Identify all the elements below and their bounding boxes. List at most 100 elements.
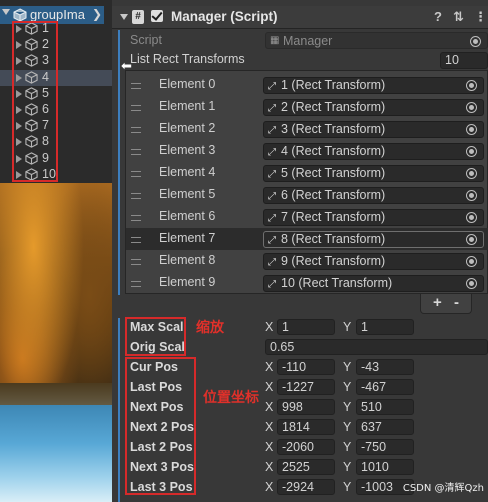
object-field[interactable]: ⤢ 1 (Rect Transform) [263, 77, 484, 94]
object-field-value: 10 (Rect Transform) [281, 276, 393, 290]
object-picker-icon[interactable] [466, 102, 477, 113]
axis-y: Y [343, 380, 352, 394]
last-pos-x-input[interactable]: -1227 [277, 379, 335, 395]
next-3-pos-y-input[interactable]: 1010 [356, 459, 414, 475]
element-label: Element 6 [159, 209, 216, 223]
list-add-remove: + - [420, 294, 472, 314]
drag-handle-icon[interactable] [131, 259, 141, 265]
list-element-row[interactable]: Element 9 ⤢ 10 (Rect Transform) [126, 272, 488, 294]
drag-handle-icon[interactable] [131, 83, 141, 89]
element-label: Element 0 [159, 77, 216, 91]
object-picker-icon[interactable] [466, 168, 477, 179]
drag-handle-icon[interactable] [131, 171, 141, 177]
remove-element-button[interactable]: - [454, 294, 459, 311]
list-element-row[interactable]: Element 1 ⤢ 2 (Rect Transform) [126, 96, 488, 118]
max-scal-y-input[interactable]: 1 [356, 319, 414, 335]
list-element-row[interactable]: Element 2 ⤢ 3 (Rect Transform) [126, 118, 488, 140]
collapse-arrow-icon[interactable] [120, 14, 128, 20]
script-file-icon: ▦ [270, 35, 280, 46]
drag-handle-icon[interactable] [131, 281, 141, 287]
next-2-pos-y-input[interactable]: 637 [356, 419, 414, 435]
cur-pos-y-input[interactable]: -43 [356, 359, 414, 375]
list-element-row[interactable]: Element 0 ⤢ 1 (Rect Transform) [126, 74, 488, 96]
drag-handle-icon[interactable] [131, 127, 141, 133]
last-pos-y-input[interactable]: -467 [356, 379, 414, 395]
drag-handle-icon[interactable] [131, 215, 141, 221]
rect-transform-icon: ⤢ [268, 279, 276, 290]
next-2-pos-x-input[interactable]: 1814 [277, 419, 335, 435]
annotation-box-position [125, 357, 196, 495]
next-pos-x-input[interactable]: 998 [277, 399, 335, 415]
root-name: groupIma [30, 7, 85, 22]
more-options-icon[interactable]: ⋮ [474, 9, 487, 25]
object-field[interactable]: ⤢ 5 (Rect Transform) [263, 165, 484, 182]
object-field-value: 8 (Rect Transform) [281, 232, 386, 246]
component-header[interactable]: # Manager (Script) ? ⇅ ⋮ [112, 6, 488, 29]
rect-transform-icon: ⤢ [268, 169, 276, 180]
hierarchy-panel: groupIma ❯ 1 2 3 4 5 6 7 8 9 10 [0, 0, 112, 502]
scene-view-preview[interactable] [0, 183, 112, 502]
object-picker-icon[interactable] [470, 36, 481, 47]
expand-arrow-icon[interactable] [2, 9, 10, 15]
axis-x: X [265, 380, 274, 394]
rect-transform-icon: ⤢ [268, 213, 276, 224]
list-element-row[interactable]: Element 5 ⤢ 6 (Rect Transform) [126, 184, 488, 206]
object-picker-icon[interactable] [466, 146, 477, 157]
script-field: ▦ Manager [265, 32, 488, 49]
rect-transform-icon: ⤢ [268, 147, 276, 158]
object-picker-icon[interactable] [466, 256, 477, 267]
drag-handle-icon[interactable] [131, 149, 141, 155]
help-icon[interactable]: ? [434, 9, 442, 24]
list-element-row[interactable]: Element 4 ⤢ 5 (Rect Transform) [126, 162, 488, 184]
last-3-pos-x-input[interactable]: -2924 [277, 479, 335, 495]
chevron-right-icon[interactable]: ❯ [92, 7, 102, 21]
enabled-checkbox[interactable] [151, 10, 163, 22]
rect-transform-icon: ⤢ [268, 257, 276, 268]
object-field[interactable]: ⤢ 7 (Rect Transform) [263, 209, 484, 226]
object-field[interactable]: ⤢ 2 (Rect Transform) [263, 99, 484, 116]
object-picker-icon[interactable] [466, 212, 477, 223]
max-scal-x-input[interactable]: 1 [277, 319, 335, 335]
next-3-pos-x-input[interactable]: 2525 [277, 459, 335, 475]
list-container: Element 0 ⤢ 1 (Rect Transform) Element 1 ⤢ 2 … [125, 70, 488, 294]
object-picker-icon[interactable] [466, 190, 477, 201]
element-label: Element 1 [159, 99, 216, 113]
list-element-row[interactable]: Element 8 ⤢ 9 (Rect Transform) [126, 250, 488, 272]
axis-x: X [265, 360, 274, 374]
list-element-row[interactable]: Element 6 ⤢ 7 (Rect Transform) [126, 206, 488, 228]
list-label[interactable]: List Rect Transforms [130, 52, 245, 66]
last-2-pos-y-input[interactable]: -750 [356, 439, 414, 455]
axis-y: Y [343, 420, 352, 434]
axis-x: X [265, 460, 274, 474]
component-title: Manager (Script) [171, 9, 278, 24]
drag-handle-icon[interactable] [131, 193, 141, 199]
rect-transform-icon: ⤢ [268, 81, 276, 92]
object-picker-icon[interactable] [466, 278, 477, 289]
list-element-row[interactable]: Element 7 ⤢ 8 (Rect Transform) [126, 228, 488, 250]
presets-icon[interactable]: ⇅ [453, 9, 464, 25]
object-field[interactable]: ⤢ 6 (Rect Transform) [263, 187, 484, 204]
orig-scal-input[interactable]: 0.65 [265, 339, 488, 355]
next-pos-y-input[interactable]: 510 [356, 399, 414, 415]
cur-pos-x-input[interactable]: -110 [277, 359, 335, 375]
annotation-box-scale [125, 317, 186, 356]
object-field[interactable]: ⤢ 9 (Rect Transform) [263, 253, 484, 270]
object-picker-icon[interactable] [466, 234, 477, 245]
object-field-value: 9 (Rect Transform) [281, 254, 386, 268]
axis-y: Y [343, 320, 352, 334]
object-picker-icon[interactable] [466, 80, 477, 91]
axis-x: X [265, 420, 274, 434]
object-picker-icon[interactable] [466, 124, 477, 135]
axis-x: X [265, 440, 274, 454]
last-2-pos-x-input[interactable]: -2060 [277, 439, 335, 455]
object-field[interactable]: ⤢ 3 (Rect Transform) [263, 121, 484, 138]
selection-indicator [118, 30, 120, 295]
list-size-input[interactable]: 10 [440, 52, 488, 69]
object-field[interactable]: ⤢ 8 (Rect Transform) [263, 231, 484, 248]
object-field[interactable]: ⤢ 10 (Rect Transform) [263, 275, 484, 292]
list-element-row[interactable]: Element 3 ⤢ 4 (Rect Transform) [126, 140, 488, 162]
drag-handle-icon[interactable] [131, 105, 141, 111]
add-element-button[interactable]: + [433, 294, 442, 311]
object-field[interactable]: ⤢ 4 (Rect Transform) [263, 143, 484, 160]
drag-handle-icon[interactable] [131, 237, 141, 243]
